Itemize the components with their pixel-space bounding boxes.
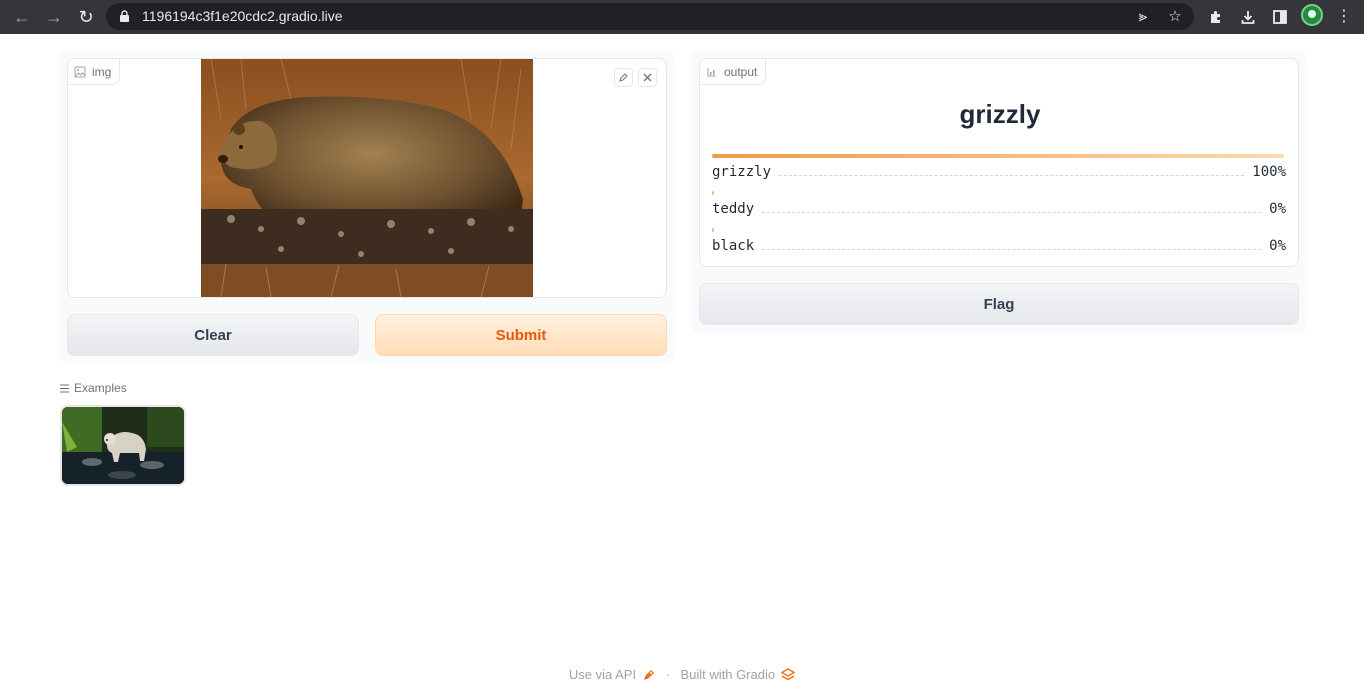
profile-avatar[interactable] bbox=[1301, 4, 1323, 26]
more-menu-icon[interactable]: ⋮ bbox=[1332, 5, 1356, 29]
confidence-bar bbox=[712, 154, 1284, 158]
confidence-label: grizzly bbox=[712, 164, 772, 180]
confidence-value: 0% bbox=[1269, 238, 1286, 254]
dotted-leader bbox=[762, 249, 1262, 250]
rocket-icon bbox=[644, 669, 655, 680]
built-with-gradio-link[interactable]: Built with Gradio bbox=[680, 667, 775, 682]
close-icon bbox=[643, 73, 652, 82]
reload-icon[interactable]: ↻ bbox=[74, 5, 98, 29]
examples-header: Examples bbox=[60, 381, 127, 395]
uploaded-image[interactable] bbox=[201, 59, 533, 297]
forward-icon[interactable]: → bbox=[42, 5, 66, 29]
back-icon[interactable]: ← bbox=[10, 5, 34, 29]
flag-button[interactable]: Flag bbox=[699, 283, 1299, 325]
edit-image-button[interactable] bbox=[614, 68, 633, 87]
image-input-label: img bbox=[68, 59, 121, 85]
confidence-label: teddy bbox=[712, 201, 755, 217]
clear-image-button[interactable] bbox=[638, 68, 657, 87]
submit-button[interactable]: Submit bbox=[375, 314, 667, 356]
use-via-api-link[interactable]: Use via API bbox=[569, 667, 636, 682]
footer: Use via API · Built with Gradio bbox=[0, 667, 1364, 682]
lock-icon bbox=[120, 10, 129, 22]
confidence-bar bbox=[712, 228, 714, 232]
download-icon[interactable] bbox=[1236, 5, 1260, 29]
label-output-block: output grizzly grizzly 100% teddy 0% bla… bbox=[699, 58, 1299, 267]
url-text: 1196194c3f1e20cdc2.gradio.live bbox=[142, 8, 343, 24]
image-icon bbox=[74, 66, 86, 77]
clear-button[interactable]: Clear bbox=[67, 314, 359, 356]
confidence-label: black bbox=[712, 238, 755, 254]
example-image-thumbnail[interactable] bbox=[60, 405, 186, 486]
list-icon bbox=[60, 384, 69, 392]
output-panel: output grizzly grizzly 100% teddy 0% bla… bbox=[691, 50, 1307, 333]
confidence-value: 100% bbox=[1252, 164, 1286, 180]
output-label: output bbox=[700, 59, 767, 85]
image-input-label-text: img bbox=[92, 64, 112, 79]
extensions-icon[interactable] bbox=[1204, 5, 1228, 29]
label-icon bbox=[707, 67, 716, 76]
side-panel-icon[interactable] bbox=[1268, 5, 1292, 29]
browser-toolbar: ← → ↻ 1196194c3f1e20cdc2.gradio.live ⪢ ☆… bbox=[0, 0, 1364, 34]
output-label-text: output bbox=[724, 64, 758, 79]
address-bar[interactable]: 1196194c3f1e20cdc2.gradio.live ⪢ ☆ bbox=[106, 3, 1194, 30]
gradio-logo-icon bbox=[781, 667, 796, 680]
confidence-value: 0% bbox=[1269, 201, 1286, 217]
share-icon[interactable]: ⪢ bbox=[1133, 7, 1153, 27]
dotted-leader bbox=[779, 175, 1245, 176]
image-input-block: img bbox=[67, 58, 667, 298]
input-panel: img Clear Submit bbox=[59, 50, 675, 363]
confidence-bar bbox=[712, 191, 714, 195]
examples-header-text: Examples bbox=[74, 381, 127, 395]
dotted-leader bbox=[762, 212, 1262, 213]
footer-separator: · bbox=[666, 667, 671, 682]
pencil-icon bbox=[619, 73, 628, 82]
bookmark-star-icon[interactable]: ☆ bbox=[1165, 7, 1185, 27]
predicted-label: grizzly bbox=[959, 99, 1041, 129]
